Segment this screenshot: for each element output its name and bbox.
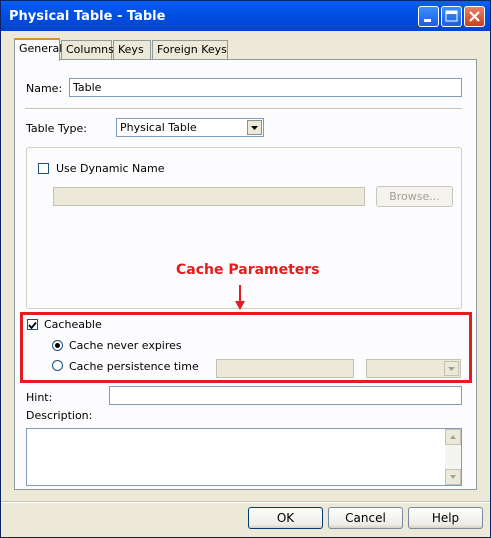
chevron-down-icon bbox=[450, 475, 456, 479]
tab-foreign-keys-label: Foreign Keys bbox=[157, 43, 227, 56]
description-textarea[interactable] bbox=[26, 428, 462, 486]
tab-columns-label: Columns bbox=[66, 43, 114, 56]
chevron-up-icon bbox=[450, 435, 456, 439]
annotation-title: Cache Parameters bbox=[176, 262, 320, 278]
hint-label: Hint: bbox=[26, 391, 53, 404]
name-label: Name: bbox=[26, 82, 63, 95]
tab-keys[interactable]: Keys bbox=[113, 40, 151, 59]
table-type-value: Physical Table bbox=[120, 121, 197, 134]
browse-button[interactable]: Browse... bbox=[376, 186, 453, 207]
close-button[interactable] bbox=[464, 6, 485, 27]
help-button[interactable]: Help bbox=[408, 507, 483, 529]
use-dynamic-name-label: Use Dynamic Name bbox=[56, 162, 165, 175]
scroll-down-button[interactable] bbox=[445, 469, 461, 485]
description-scrollbar[interactable] bbox=[445, 429, 461, 485]
tab-general[interactable]: General bbox=[14, 38, 63, 61]
minimize-icon bbox=[424, 19, 431, 22]
arrow-down-icon bbox=[235, 285, 245, 310]
hint-input[interactable] bbox=[109, 386, 462, 405]
title-bar[interactable]: Physical Table - Table bbox=[1, 1, 490, 31]
chevron-down-icon bbox=[251, 126, 258, 130]
window-title: Physical Table - Table bbox=[9, 9, 166, 24]
close-icon bbox=[469, 11, 480, 22]
tab-foreign-keys[interactable]: Foreign Keys bbox=[152, 40, 228, 59]
tab-general-label: General bbox=[19, 42, 63, 55]
use-dynamic-name-checkbox[interactable] bbox=[38, 163, 49, 174]
tab-columns[interactable]: Columns bbox=[61, 40, 114, 59]
dropdown-button[interactable] bbox=[247, 120, 262, 135]
footer-separator bbox=[1, 501, 490, 503]
dynamic-name-input[interactable] bbox=[53, 187, 365, 206]
cache-parameters-highlight bbox=[20, 312, 472, 383]
table-type-label: Table Type: bbox=[26, 122, 87, 135]
tab-keys-label: Keys bbox=[118, 43, 144, 56]
ok-button[interactable]: OK bbox=[248, 507, 323, 529]
description-label: Description: bbox=[26, 409, 93, 422]
name-input[interactable]: Table bbox=[69, 78, 462, 97]
maximize-button[interactable] bbox=[441, 6, 462, 27]
separator bbox=[25, 108, 462, 110]
dialog-window: Physical Table - Table General Columns K… bbox=[0, 0, 491, 538]
minimize-button[interactable] bbox=[418, 6, 439, 27]
scroll-up-button[interactable] bbox=[445, 429, 461, 445]
cancel-button[interactable]: Cancel bbox=[328, 507, 403, 529]
table-type-select[interactable]: Physical Table bbox=[116, 118, 264, 137]
maximize-icon bbox=[445, 10, 458, 22]
